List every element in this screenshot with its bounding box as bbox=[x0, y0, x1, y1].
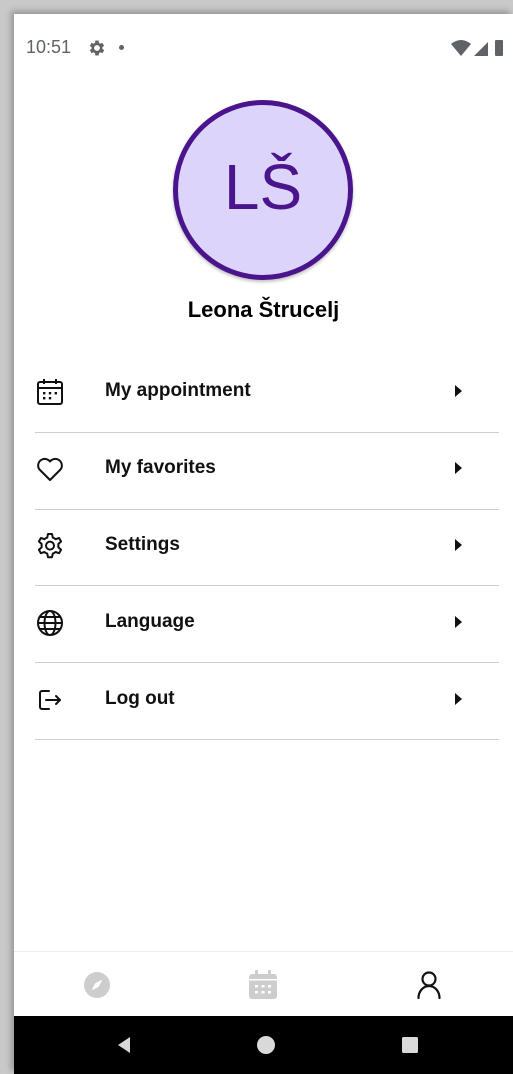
chevron-right-icon bbox=[455, 462, 462, 474]
menu-item-label: Settings bbox=[105, 534, 180, 555]
chevron-right-icon bbox=[455, 385, 462, 397]
person-icon bbox=[417, 970, 441, 999]
globe-icon bbox=[37, 610, 63, 636]
status-time: 10:51 bbox=[26, 37, 72, 57]
chevron-right-icon bbox=[455, 539, 462, 551]
phone-screen: 10:51 LŠ Leona Štrucelj My appointment M… bbox=[14, 14, 513, 1074]
system-nav-bar bbox=[14, 1016, 513, 1074]
back-icon bbox=[118, 1037, 130, 1053]
nav-item-appointments[interactable] bbox=[180, 952, 346, 1017]
menu-item-language[interactable]: Language bbox=[14, 583, 513, 660]
wifi-icon bbox=[451, 40, 471, 56]
battery-icon bbox=[495, 40, 503, 56]
calendar-icon bbox=[37, 379, 63, 405]
home-icon bbox=[257, 1036, 275, 1054]
recents-icon bbox=[402, 1037, 418, 1053]
nav-item-profile[interactable] bbox=[346, 952, 512, 1017]
compass-icon bbox=[84, 971, 110, 998]
menu-item-my-appointment[interactable]: My appointment bbox=[14, 352, 513, 429]
calendar-icon bbox=[249, 969, 277, 999]
menu-item-label: My appointment bbox=[105, 380, 251, 401]
chevron-right-icon bbox=[455, 693, 462, 705]
menu-item-my-favorites[interactable]: My favorites bbox=[14, 429, 513, 506]
status-icons bbox=[451, 40, 503, 56]
nav-item-explore[interactable] bbox=[14, 952, 180, 1017]
profile-name: Leona Štrucelj bbox=[187, 297, 340, 322]
status-bar: 10:51 bbox=[14, 14, 513, 78]
logout-icon bbox=[39, 690, 61, 710]
avatar: LŠ bbox=[173, 100, 353, 280]
menu-item-log-out[interactable]: Log out bbox=[14, 660, 513, 737]
back-button[interactable] bbox=[84, 1016, 164, 1074]
menu-item-label: Log out bbox=[105, 688, 175, 709]
chevron-right-icon bbox=[455, 616, 462, 628]
heart-icon bbox=[37, 457, 63, 481]
notification-dot bbox=[119, 45, 124, 50]
gear-icon bbox=[37, 533, 63, 559]
menu-item-label: Language bbox=[105, 611, 195, 632]
home-button[interactable] bbox=[226, 1016, 306, 1074]
recents-button[interactable] bbox=[370, 1016, 450, 1074]
settings-icon bbox=[89, 40, 105, 56]
menu-item-settings[interactable]: Settings bbox=[14, 506, 513, 583]
bottom-nav bbox=[14, 951, 513, 1017]
cellular-icon bbox=[474, 42, 488, 56]
menu-item-label: My favorites bbox=[105, 457, 216, 478]
menu-divider bbox=[35, 739, 499, 740]
avatar-initials: LŠ bbox=[223, 151, 303, 223]
